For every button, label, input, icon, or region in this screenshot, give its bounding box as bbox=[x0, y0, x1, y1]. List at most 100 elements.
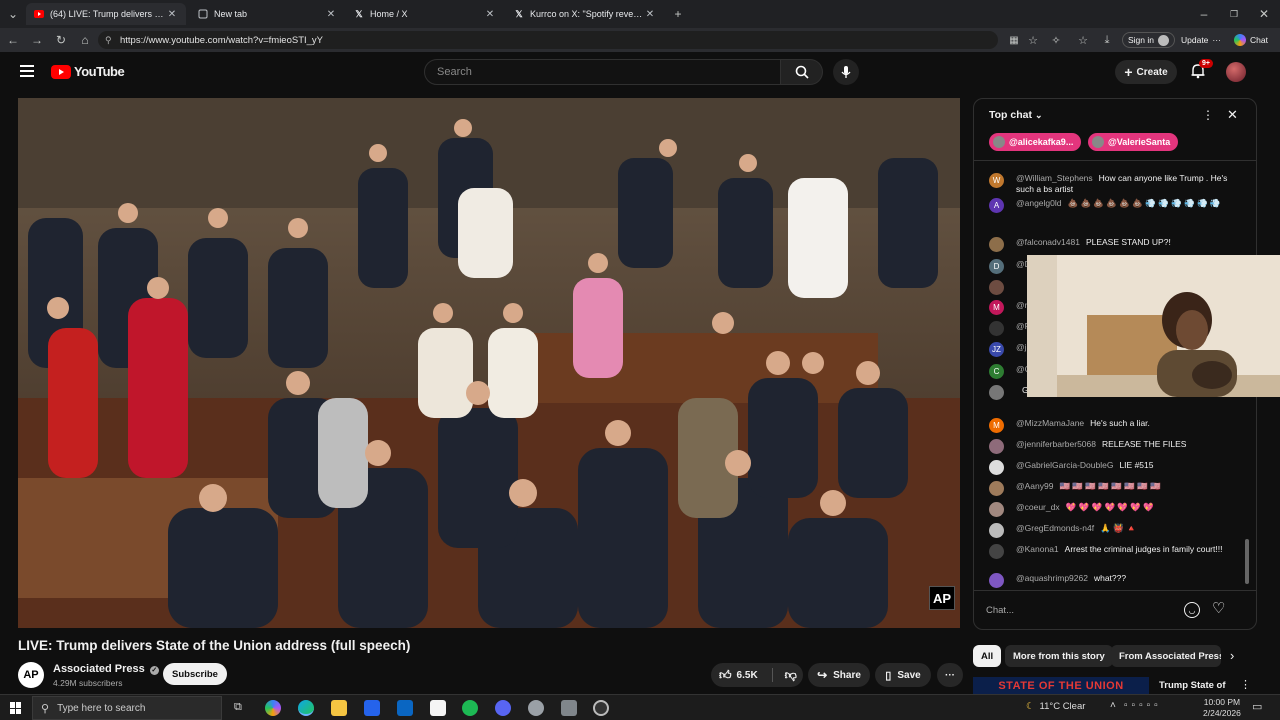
close-window-icon[interactable]: ✕ bbox=[1256, 6, 1272, 22]
chat-username[interactable]: @angelg0ld bbox=[1016, 198, 1062, 208]
chat-avatar[interactable] bbox=[989, 523, 1004, 538]
chat-scrollbar[interactable] bbox=[1245, 539, 1249, 584]
spotify-icon[interactable] bbox=[462, 700, 478, 716]
restore-icon[interactable]: ❐ bbox=[1226, 6, 1242, 22]
new-tab-plus-icon[interactable]: + bbox=[670, 6, 686, 22]
chat-username[interactable]: @jenniferbarber5068 bbox=[1016, 439, 1096, 449]
site-info-icon[interactable]: ⚲ bbox=[105, 35, 112, 46]
chips-next-icon[interactable]: › bbox=[1230, 648, 1234, 663]
chat-username[interactable]: @Aany99 bbox=[1016, 481, 1053, 491]
recommended-more-icon[interactable]: ⋮ bbox=[1240, 678, 1251, 691]
update-button[interactable]: Update ··· bbox=[1181, 32, 1221, 48]
chat-avatar[interactable] bbox=[989, 321, 1004, 336]
share-button[interactable]: ↪ Share bbox=[808, 663, 870, 687]
weather-widget[interactable]: ☾ 11°C Clear bbox=[1026, 701, 1085, 712]
chat-avatar[interactable] bbox=[989, 502, 1004, 517]
chat-avatar[interactable]: M bbox=[989, 300, 1004, 315]
close-tab-icon[interactable]: ✕ bbox=[484, 9, 496, 20]
video-player[interactable] bbox=[18, 98, 960, 628]
file-explorer-icon[interactable] bbox=[331, 700, 347, 716]
channel-name-link[interactable]: Associated Press ✓ bbox=[53, 663, 159, 675]
close-tab-icon[interactable]: ✕ bbox=[166, 9, 178, 20]
chat-avatar[interactable] bbox=[989, 385, 1004, 400]
youtube-logo[interactable]: YouTube bbox=[51, 64, 125, 79]
save-button[interactable]: ▯ Save bbox=[875, 663, 931, 687]
chat-username[interactable]: @Kanona1 bbox=[1016, 544, 1059, 554]
heart-reaction-button[interactable]: ♡ bbox=[1212, 599, 1225, 617]
task-view-icon[interactable]: ⧉ bbox=[234, 701, 242, 714]
chip-all[interactable]: All bbox=[973, 645, 1002, 667]
notifications-button[interactable]: 9+ bbox=[1190, 59, 1213, 81]
search-button[interactable] bbox=[781, 59, 823, 85]
edge-icon[interactable] bbox=[298, 700, 314, 716]
chat-input[interactable]: Chat... bbox=[986, 599, 1176, 621]
recommended-thumbnail[interactable]: STATE OF THE UNION bbox=[973, 677, 1149, 694]
chat-username[interactable]: @GabrielGarcia-DoubleG bbox=[1016, 460, 1113, 470]
create-button[interactable]: + Create bbox=[1115, 60, 1177, 84]
tab-new-tab[interactable]: New tab ✕ bbox=[190, 3, 345, 25]
chip-from-associated-press[interactable]: From Associated Press bbox=[1111, 645, 1221, 667]
chat-username[interactable]: @falconadv1481 bbox=[1016, 237, 1080, 247]
chat-message[interactable]: @Kanona1 Arrest the criminal judges in fa… bbox=[989, 544, 1234, 559]
chat-avatar[interactable] bbox=[989, 544, 1004, 559]
dislike-button[interactable]: 👎︎ bbox=[785, 668, 797, 683]
tab-search-icon[interactable]: ⌄ bbox=[5, 6, 21, 22]
notepad-icon[interactable] bbox=[430, 700, 446, 716]
chat-message[interactable]: M @MizzMamaJane He's such a liar. bbox=[989, 418, 1234, 433]
chat-username[interactable]: @j bbox=[1016, 342, 1027, 352]
chat-username[interactable]: @GregEdmonds-n4f bbox=[1016, 523, 1094, 533]
chat-avatar[interactable]: A bbox=[989, 198, 1004, 213]
chat-avatar[interactable] bbox=[989, 460, 1004, 475]
app-icon[interactable]: ▦ bbox=[1006, 32, 1022, 48]
forward-icon[interactable]: → bbox=[29, 32, 45, 48]
account-avatar[interactable] bbox=[1226, 62, 1246, 82]
app-icon[interactable] bbox=[561, 700, 577, 716]
chat-avatar[interactable] bbox=[989, 237, 1004, 252]
more-actions-button[interactable]: ··· bbox=[937, 663, 963, 687]
subscribe-button[interactable]: Subscribe bbox=[163, 663, 227, 685]
tray-chevron-icon[interactable]: ˄ bbox=[1110, 700, 1116, 711]
tab-home-x[interactable]: 𝕏 Home / X ✕ bbox=[346, 3, 504, 25]
like-button[interactable]: 👍︎ 6.5K bbox=[719, 668, 758, 683]
chat-message[interactable]: @coeur_dx 💖 💖 💖 💖 💖 💖 💖 bbox=[989, 502, 1234, 517]
windows-start-icon[interactable] bbox=[10, 702, 22, 714]
discord-icon[interactable] bbox=[495, 700, 511, 716]
store-icon[interactable] bbox=[364, 700, 380, 716]
chat-username[interactable]: @coeur_dx bbox=[1016, 502, 1060, 512]
pinned-chip[interactable]: @ValerieSanta bbox=[1088, 133, 1179, 151]
copilot-icon[interactable] bbox=[265, 700, 281, 716]
taskbar-search-box[interactable]: ⚲ Type here to search bbox=[32, 696, 222, 720]
notification-center-icon[interactable]: ▭ bbox=[1252, 700, 1262, 713]
url-field[interactable]: ⚲ https://www.youtube.com/watch?v=fmieoS… bbox=[98, 31, 998, 49]
pinned-chip[interactable]: @alicekafka9... bbox=[989, 133, 1082, 151]
back-icon[interactable]: ← bbox=[5, 32, 21, 48]
close-chat-icon[interactable]: ✕ bbox=[1227, 107, 1238, 123]
chat-message[interactable]: @jenniferbarber5068 RELEASE THE FILES bbox=[989, 439, 1234, 454]
chat-message[interactable]: @GregEdmonds-n4f 🙏 👹 🔺 bbox=[989, 523, 1234, 538]
tab-kurrco[interactable]: 𝕏 Kurrco on X: "Spotify reveals its lis … bbox=[506, 3, 664, 25]
close-tab-icon[interactable]: ✕ bbox=[644, 9, 656, 20]
hamburger-menu-icon[interactable] bbox=[20, 65, 34, 77]
home-icon[interactable]: ⌂ bbox=[77, 32, 93, 48]
tab-youtube[interactable]: (64) LIVE: Trump delivers State ✕ bbox=[26, 3, 186, 25]
chat-avatar[interactable]: D bbox=[989, 259, 1004, 274]
chat-message[interactable]: A @angelg0ld 💩 💩 💩 💩 💩 💩 💨 💨 💨 💨 💨 💨 bbox=[989, 198, 1234, 213]
tray-icons[interactable]: ▫▫▫▫▫ bbox=[1124, 700, 1162, 711]
obs-icon[interactable] bbox=[593, 700, 609, 716]
chat-avatar[interactable] bbox=[989, 439, 1004, 454]
emoji-button[interactable]: ◡ bbox=[1184, 602, 1200, 618]
minimize-icon[interactable]: – bbox=[1196, 6, 1212, 22]
extensions-icon[interactable]: ✧ bbox=[1048, 32, 1064, 48]
close-tab-icon[interactable]: ✕ bbox=[325, 9, 337, 20]
search-input[interactable]: Search bbox=[424, 59, 781, 85]
chat-avatar[interactable]: C bbox=[989, 364, 1004, 379]
outlook-icon[interactable] bbox=[397, 700, 413, 716]
reload-icon[interactable]: ↻ bbox=[53, 32, 69, 48]
chat-avatar[interactable] bbox=[989, 280, 1004, 295]
channel-avatar[interactable]: AP bbox=[18, 662, 44, 688]
top-chat-dropdown[interactable]: Top chat ⌄ bbox=[989, 109, 1043, 121]
chat-username[interactable]: @William_Stephens bbox=[1016, 173, 1093, 183]
app-icon[interactable] bbox=[528, 700, 544, 716]
copilot-chat-button[interactable]: Chat bbox=[1234, 32, 1268, 48]
chat-message[interactable]: @aquashrimp9262 what??? bbox=[989, 573, 1234, 588]
